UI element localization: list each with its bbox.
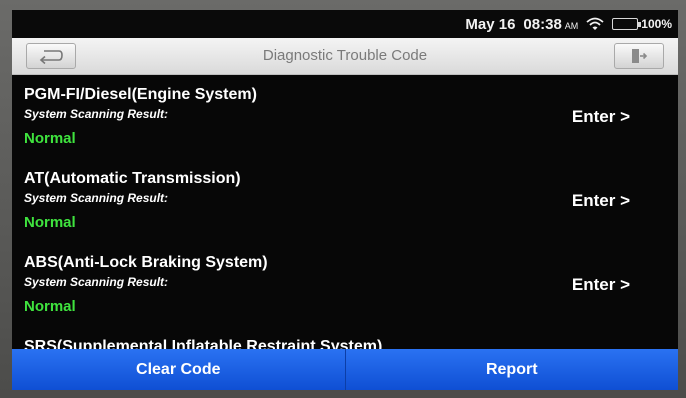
system-scan-label: System Scanning Result: [24,107,169,121]
enter-button[interactable]: Enter > [572,107,630,127]
status-date: May 16 [465,15,516,33]
battery-icon [612,18,642,30]
exit-button[interactable] [614,43,664,69]
system-name: PGM-FI/Diesel(Engine System) [24,86,257,103]
page-title: Diagnostic Trouble Code [262,47,428,64]
clear-code-button[interactable]: Clear Code [12,349,346,390]
title-bar: Diagnostic Trouble Code [12,38,678,75]
battery-indicator: 100% [612,17,672,31]
status-time: 08:38 [523,15,562,33]
system-list: PGM-FI/Diesel(Engine System) System Scan… [12,75,678,349]
report-button[interactable]: Report [345,349,678,390]
system-name: ABS(Anti-Lock Braking System) [24,254,268,271]
battery-level: 100% [641,17,672,31]
status-clock: 08:38 AM [523,16,578,33]
status-indicators: May 16 08:38 AM 100% [465,14,672,34]
enter-button[interactable]: Enter > [572,191,630,211]
device-frame: May 16 08:38 AM 100% Diagnostic Trouble … [0,0,686,398]
system-item[interactable]: AT(Automatic Transmission) System Scanni… [12,159,678,243]
exit-door-icon [632,49,648,63]
wifi-icon [586,17,604,31]
screen: May 16 08:38 AM 100% Diagnostic Trouble … [12,10,678,390]
system-scan-label: System Scanning Result: [24,191,169,205]
system-item[interactable]: ABS(Anti-Lock Braking System) System Sca… [12,243,678,327]
system-name: AT(Automatic Transmission) [24,170,241,187]
system-status: Normal [24,214,76,231]
system-status: Normal [24,298,76,315]
system-item[interactable]: PGM-FI/Diesel(Engine System) System Scan… [12,75,678,159]
status-bar: May 16 08:38 AM 100% [12,10,678,38]
enter-button[interactable]: Enter > [572,275,630,295]
system-name: SRS(Supplemental Inflatable Restraint Sy… [24,338,383,349]
bottom-action-bar: Clear Code Report [12,349,678,390]
system-scan-label: System Scanning Result: [24,275,169,289]
system-item[interactable]: SRS(Supplemental Inflatable Restraint Sy… [12,327,678,349]
status-ampm: AM [564,20,579,31]
system-status: Normal [24,130,76,147]
back-button[interactable] [26,43,76,69]
back-arrow-icon [39,50,63,64]
